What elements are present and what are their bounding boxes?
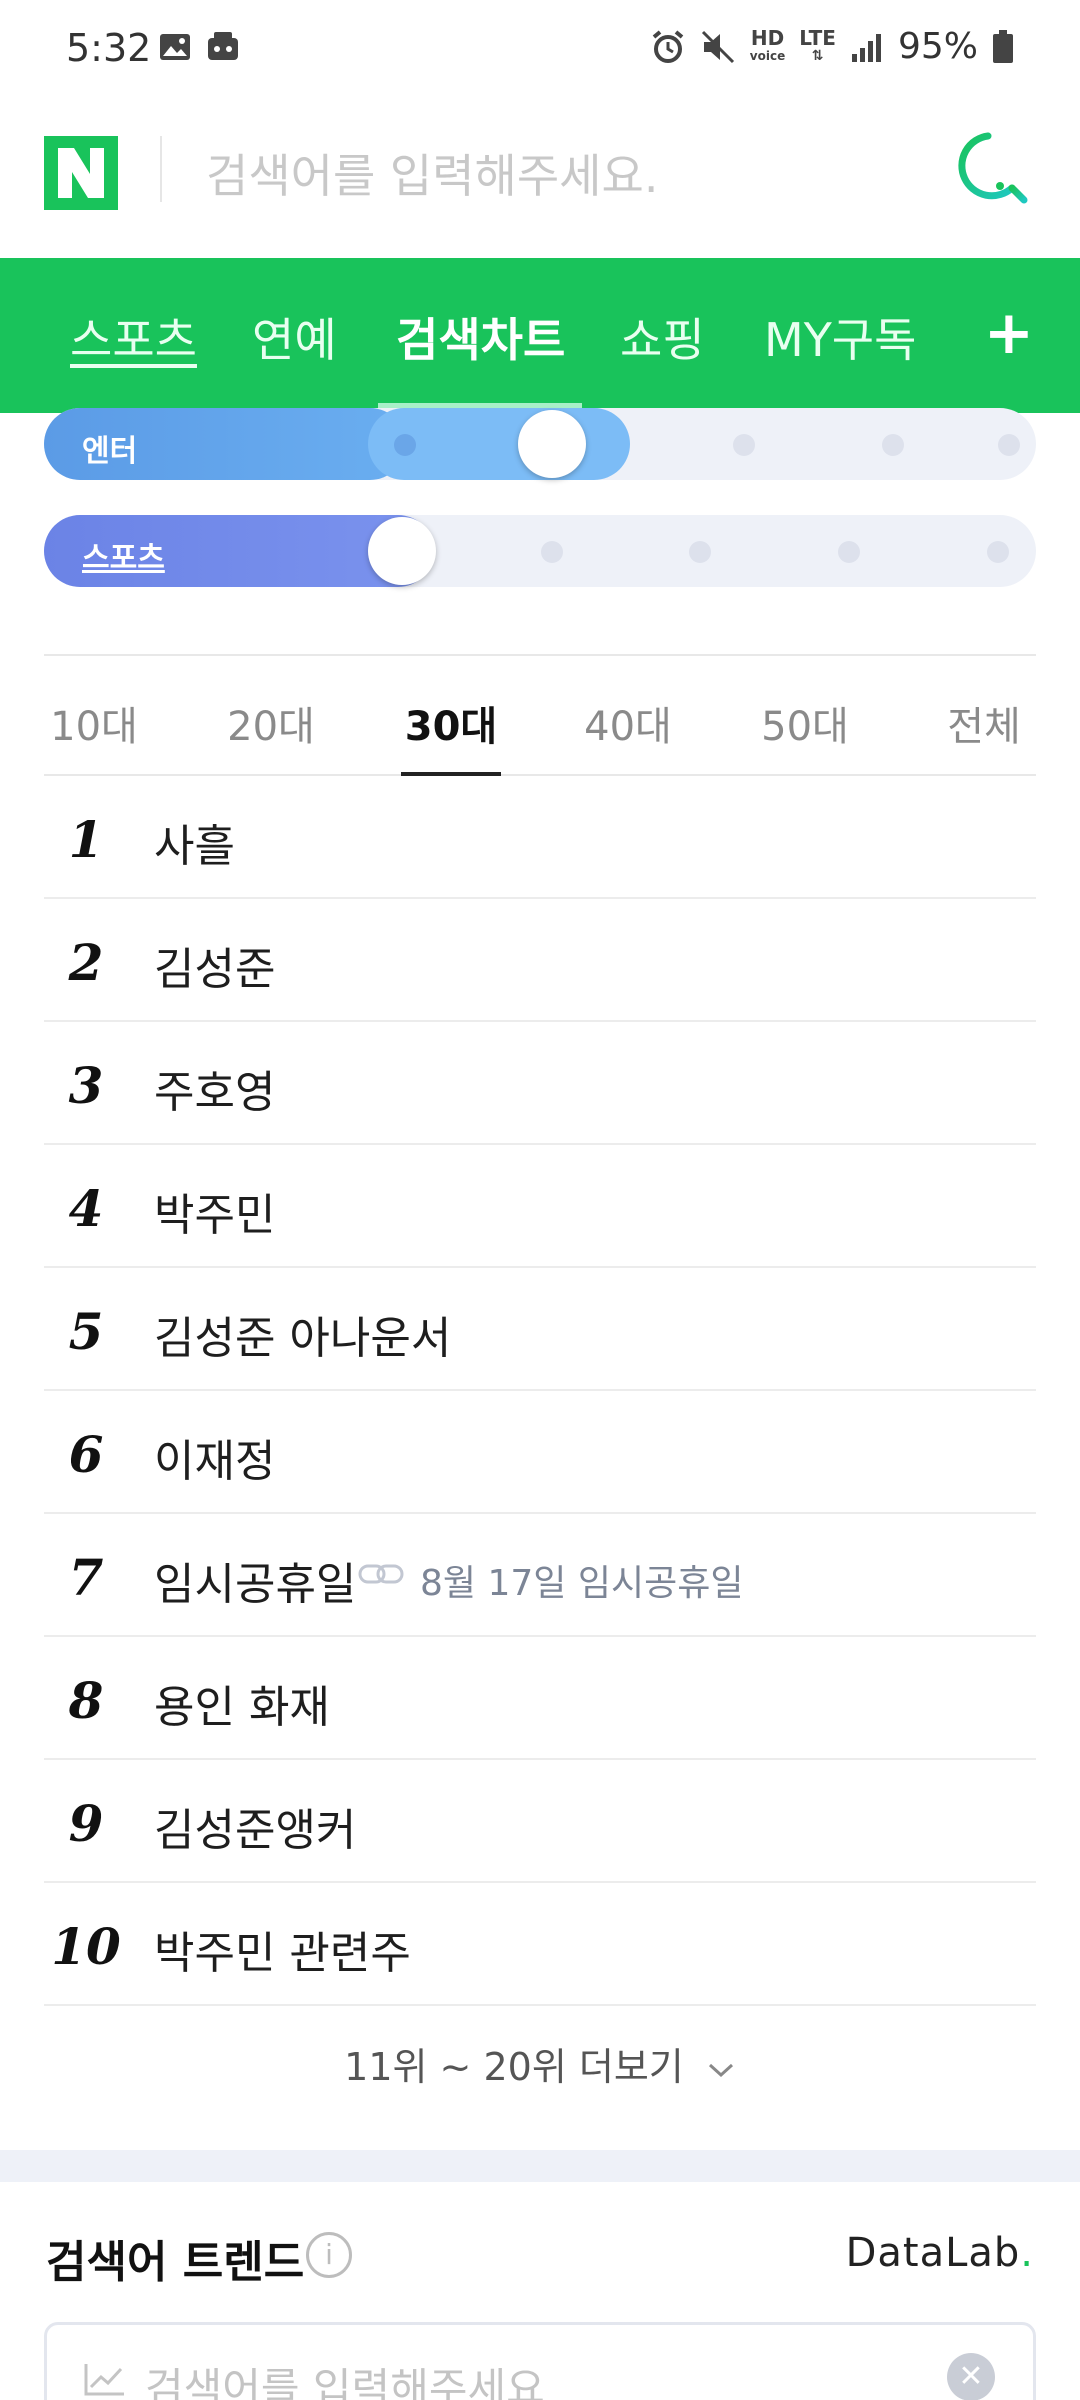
slider-step xyxy=(882,434,904,456)
hd-voice-indicator: HD voice xyxy=(749,25,786,63)
rank-number: 6 xyxy=(68,1425,104,1484)
age-tab-10s[interactable]: 10대 xyxy=(34,694,154,752)
tab-my-subscription[interactable]: MY구독 xyxy=(764,304,916,370)
tab-search-chart[interactable]: 검색차트 xyxy=(396,304,565,370)
ranking-row[interactable]: 8 용인 화재 xyxy=(44,1637,1036,1760)
gallery-icon xyxy=(160,34,190,60)
rank-keyword[interactable]: 김성준앵커 xyxy=(154,1794,356,1858)
ranking-list: 1 사흘 2 김성준 3 주호영 4 박주민 5 김성준 아나운서 6 이재정 … xyxy=(44,776,1036,2006)
datalab-logo[interactable]: DataLab. xyxy=(846,2230,1034,2276)
tab-sports[interactable]: 스포츠 xyxy=(70,304,197,370)
rank-number: 3 xyxy=(68,1056,104,1115)
slider-step xyxy=(541,541,563,563)
search-header: 검색어를 입력해주세요. xyxy=(0,100,1080,258)
rank-number: 9 xyxy=(68,1794,104,1853)
battery-percent: 95% xyxy=(897,26,978,67)
status-time: 5:32 xyxy=(66,26,152,70)
rank-number: 4 xyxy=(68,1179,104,1238)
slider-step xyxy=(987,541,1009,563)
rank-number: 10 xyxy=(51,1917,121,1976)
section-divider xyxy=(0,2150,1080,2182)
trend-search-input[interactable]: 검색어를 입력해주세요 ✕ xyxy=(44,2322,1036,2400)
related-keyword[interactable]: 8월 17일 임시공휴일 xyxy=(420,1554,743,1606)
slider-label: 엔터 xyxy=(82,434,138,469)
robot-icon xyxy=(208,32,238,60)
rank-keyword[interactable]: 용인 화재 xyxy=(154,1671,330,1735)
category-nav: 스포츠 연예 검색차트 쇼핑 MY구독 + xyxy=(0,258,1080,413)
rank-keyword[interactable]: 이재정 xyxy=(154,1425,275,1489)
ranking-row[interactable]: 6 이재정 xyxy=(44,1391,1036,1514)
rank-keyword[interactable]: 주호영 xyxy=(154,1056,275,1120)
search-icon[interactable] xyxy=(948,126,1032,210)
status-bar: 5:32 HD voice LTE ⇅ 95% xyxy=(0,0,1080,100)
ranking-row[interactable]: 1 사흘 xyxy=(44,776,1036,899)
ranking-row[interactable]: 2 김성준 xyxy=(44,899,1036,1022)
rank-keyword[interactable]: 임시공휴일 xyxy=(154,1548,356,1612)
tab-entertainment[interactable]: 연예 xyxy=(252,304,337,370)
rank-keyword[interactable]: 박주민 관련주 xyxy=(154,1917,411,1981)
lte-indicator: LTE ⇅ xyxy=(799,25,836,64)
slider-knob[interactable] xyxy=(518,410,586,478)
header-divider xyxy=(160,136,162,202)
search-input[interactable]: 검색어를 입력해주세요. xyxy=(206,140,658,206)
trend-input-placeholder: 검색어를 입력해주세요 xyxy=(145,2364,545,2400)
age-tab-20s[interactable]: 20대 xyxy=(211,694,331,752)
clear-icon[interactable]: ✕ xyxy=(947,2353,995,2400)
tab-shopping[interactable]: 쇼핑 xyxy=(620,304,705,370)
link-icon xyxy=(358,1564,404,1584)
rank-number: 1 xyxy=(68,810,104,869)
trend-chart-icon xyxy=(84,2364,124,2396)
show-more-label: 11위 ~ 20위 더보기 xyxy=(344,2045,684,2089)
signal-icon xyxy=(851,33,881,62)
ranking-row[interactable]: 7 임시공휴일 8월 17일 임시공휴일 xyxy=(44,1514,1036,1637)
status-icons: HD voice LTE ⇅ 95% xyxy=(650,26,1014,67)
rank-keyword[interactable]: 김성준 아나운서 xyxy=(154,1302,451,1366)
mute-icon xyxy=(701,30,734,63)
age-tab-30s[interactable]: 30대 xyxy=(391,694,511,752)
naver-logo[interactable] xyxy=(44,136,118,210)
age-tab-40s[interactable]: 40대 xyxy=(568,694,688,752)
ranking-row[interactable]: 10 박주민 관련주 xyxy=(44,1883,1036,2006)
age-filter-tabs: 10대 20대 30대 40대 50대 전체 xyxy=(44,654,1036,776)
rank-number: 2 xyxy=(68,933,104,992)
ranking-row[interactable]: 4 박주민 xyxy=(44,1145,1036,1268)
add-tab-button[interactable]: + xyxy=(984,298,1034,368)
rank-keyword[interactable]: 사흘 xyxy=(154,810,235,874)
slider-step xyxy=(998,434,1020,456)
slider-step xyxy=(689,541,711,563)
sports-slider[interactable]: 스포츠 xyxy=(44,515,1036,587)
age-tab-50s[interactable]: 50대 xyxy=(745,694,865,752)
ranking-row[interactable]: 3 주호영 xyxy=(44,1022,1036,1145)
chevron-down-icon xyxy=(708,2063,733,2078)
rank-number: 8 xyxy=(68,1671,104,1730)
slider-step xyxy=(394,434,416,456)
rank-number: 5 xyxy=(68,1302,104,1361)
ranking-row[interactable]: 5 김성준 아나운서 xyxy=(44,1268,1036,1391)
entertainment-slider[interactable]: 엔터 xyxy=(44,408,1036,480)
battery-icon xyxy=(993,29,1013,63)
info-icon[interactable]: i xyxy=(306,2232,352,2278)
ranking-row[interactable]: 9 김성준앵커 xyxy=(44,1760,1036,1883)
alarm-icon xyxy=(652,29,684,63)
slider-step xyxy=(838,541,860,563)
age-tab-all[interactable]: 전체 xyxy=(924,694,1044,752)
slider-label: 스포츠 xyxy=(82,541,165,576)
slider-step xyxy=(733,434,755,456)
show-more-button[interactable]: 11위 ~ 20위 더보기 xyxy=(0,2036,1080,2091)
trend-section-title: 검색어 트렌드 xyxy=(46,2237,305,2288)
rank-keyword[interactable]: 김성준 xyxy=(154,933,275,997)
rank-keyword[interactable]: 박주민 xyxy=(154,1179,275,1243)
slider-knob[interactable] xyxy=(368,517,436,585)
rank-number: 7 xyxy=(68,1548,104,1607)
